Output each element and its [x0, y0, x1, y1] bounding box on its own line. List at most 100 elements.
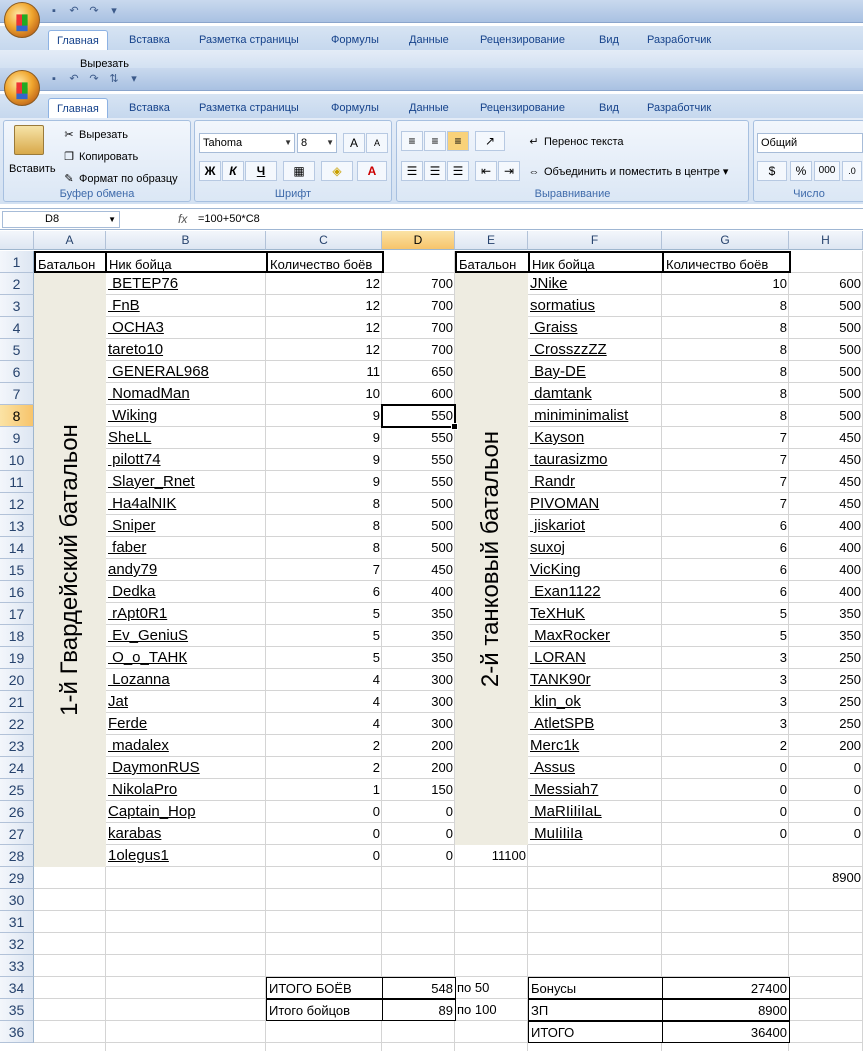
thousands-button[interactable]: 000 [814, 161, 840, 181]
b1-nick[interactable]: Wiking [106, 405, 266, 427]
b1-nick[interactable]: Captain_Hop [106, 801, 266, 823]
row-header-11[interactable]: 11 [0, 471, 34, 493]
total-fighters-value[interactable]: 89 [382, 999, 456, 1021]
header-nick-b[interactable]: Ник бойца [105, 251, 268, 273]
tab-home[interactable]: Главная [48, 98, 108, 118]
b2-pay[interactable]: 400 [789, 537, 863, 559]
tab-developer[interactable]: Разработчик [647, 98, 711, 118]
column-header-g[interactable]: G [662, 231, 789, 250]
b2-battles[interactable]: 8 [662, 295, 789, 317]
font-family-select[interactable]: Tahoma ▼ [199, 133, 295, 153]
b1-battles[interactable]: 0 [266, 823, 382, 845]
b2-nick[interactable]: Merc1k [528, 735, 662, 757]
b2-battles[interactable]: 3 [662, 713, 789, 735]
b1-battles[interactable]: 8 [266, 515, 382, 537]
row-header-27[interactable]: 27 [0, 823, 34, 845]
b1-battles[interactable]: 9 [266, 427, 382, 449]
bonus-value[interactable]: 27400 [662, 977, 790, 999]
back-tab-review[interactable]: Рецензирование [480, 30, 565, 50]
row-header-9[interactable]: 9 [0, 427, 34, 449]
b1-battles[interactable]: 5 [266, 603, 382, 625]
bonus-label[interactable]: Бонусы [528, 977, 663, 999]
undo-icon[interactable]: ↶ [66, 71, 82, 87]
b1-pay[interactable]: 500 [382, 515, 455, 537]
b2-battles[interactable]: 8 [662, 317, 789, 339]
b2-battles[interactable]: 8 [662, 405, 789, 427]
b1-nick[interactable]: SheLL [106, 427, 266, 449]
b2-nick[interactable]: Randr [528, 471, 662, 493]
b1-pay[interactable]: 400 [382, 581, 455, 603]
shrink-font-button[interactable]: A [366, 133, 388, 153]
b2-battles[interactable]: 3 [662, 647, 789, 669]
zp-label[interactable]: ЗП [528, 999, 663, 1021]
b2-battles[interactable]: 6 [662, 537, 789, 559]
b2-battles[interactable]: 2 [662, 735, 789, 757]
b1-battles[interactable]: 9 [266, 471, 382, 493]
underline-button[interactable]: Ч [245, 161, 277, 181]
b2-sum[interactable]: 8900 [789, 867, 863, 889]
b1-pay[interactable]: 350 [382, 647, 455, 669]
b1-pay[interactable]: 0 [382, 845, 455, 867]
column-header-h[interactable]: H [789, 231, 863, 250]
b2-nick[interactable]: MaRIiIiIaL [528, 801, 662, 823]
b2-pay[interactable]: 0 [789, 801, 863, 823]
b1-nick[interactable]: Slayer_Rnet [106, 471, 266, 493]
b1-pay[interactable]: 200 [382, 757, 455, 779]
back-tab-view[interactable]: Вид [599, 30, 619, 50]
zp-value[interactable]: 8900 [662, 999, 790, 1021]
header-battalion-a[interactable]: Батальон [34, 251, 107, 273]
b2-battles[interactable]: 7 [662, 471, 789, 493]
b1-battles[interactable]: 11 [266, 361, 382, 383]
b1-battles[interactable]: 8 [266, 493, 382, 515]
b1-battles[interactable]: 4 [266, 669, 382, 691]
b2-nick[interactable]: Graiss [528, 317, 662, 339]
row-header-36[interactable]: 36 [0, 1021, 34, 1043]
b2-nick[interactable]: suxoj [528, 537, 662, 559]
copy-button[interactable]: ❐ Копировать [62, 149, 138, 165]
b1-battles[interactable]: 6 [266, 581, 382, 603]
b2-nick[interactable]: TeXHuK [528, 603, 662, 625]
b1-nick[interactable]: Ferde [106, 713, 266, 735]
select-all-corner[interactable] [0, 231, 34, 250]
b2-battles[interactable]: 6 [662, 559, 789, 581]
b1-nick[interactable]: Sniper [106, 515, 266, 537]
b2-pay[interactable]: 200 [789, 735, 863, 757]
tab-page-layout[interactable]: Разметка страницы [199, 98, 299, 118]
back-tab-data[interactable]: Данные [409, 30, 449, 50]
b2-nick[interactable]: taurasizmo [528, 449, 662, 471]
b1-battles[interactable]: 0 [266, 845, 382, 867]
b2-pay[interactable]: 250 [789, 713, 863, 735]
b2-battles[interactable]: 8 [662, 361, 789, 383]
b2-nick[interactable]: Messiah7 [528, 779, 662, 801]
b2-nick[interactable]: LORAN [528, 647, 662, 669]
b1-battles[interactable]: 12 [266, 317, 382, 339]
b1-nick[interactable]: O_o_ТАНК [106, 647, 266, 669]
b2-battles[interactable]: 0 [662, 757, 789, 779]
column-header-e[interactable]: E [455, 231, 528, 250]
row-header-21[interactable]: 21 [0, 691, 34, 713]
column-header-b[interactable]: B [106, 231, 266, 250]
align-bottom-icon[interactable]: ≡ [447, 131, 469, 151]
b2-battles[interactable]: 7 [662, 449, 789, 471]
b2-nick[interactable]: CrosszzZZ [528, 339, 662, 361]
b1-nick[interactable]: andy79 [106, 559, 266, 581]
active-cell-d8[interactable] [381, 404, 458, 430]
b2-battles[interactable]: 8 [662, 383, 789, 405]
b1-nick[interactable]: Lozanna [106, 669, 266, 691]
b2-nick[interactable]: Bay-DE [528, 361, 662, 383]
formula-input[interactable]: =100+50*C8 [198, 213, 260, 225]
b2-battles[interactable]: 7 [662, 493, 789, 515]
b1-pay[interactable]: 700 [382, 339, 455, 361]
row-header-29[interactable]: 29 [0, 867, 34, 889]
b1-nick[interactable]: GENERAL968 [106, 361, 266, 383]
row-header-12[interactable]: 12 [0, 493, 34, 515]
b1-pay[interactable]: 150 [382, 779, 455, 801]
row-header-25[interactable]: 25 [0, 779, 34, 801]
b1-nick[interactable]: ОСНА3 [106, 317, 266, 339]
b1-nick[interactable]: madalex [106, 735, 266, 757]
row-header-17[interactable]: 17 [0, 603, 34, 625]
currency-icon[interactable]: $ [757, 161, 787, 181]
b1-pay[interactable]: 700 [382, 273, 455, 295]
undo-icon[interactable]: ↶ [66, 3, 82, 19]
b2-pay[interactable]: 400 [789, 581, 863, 603]
